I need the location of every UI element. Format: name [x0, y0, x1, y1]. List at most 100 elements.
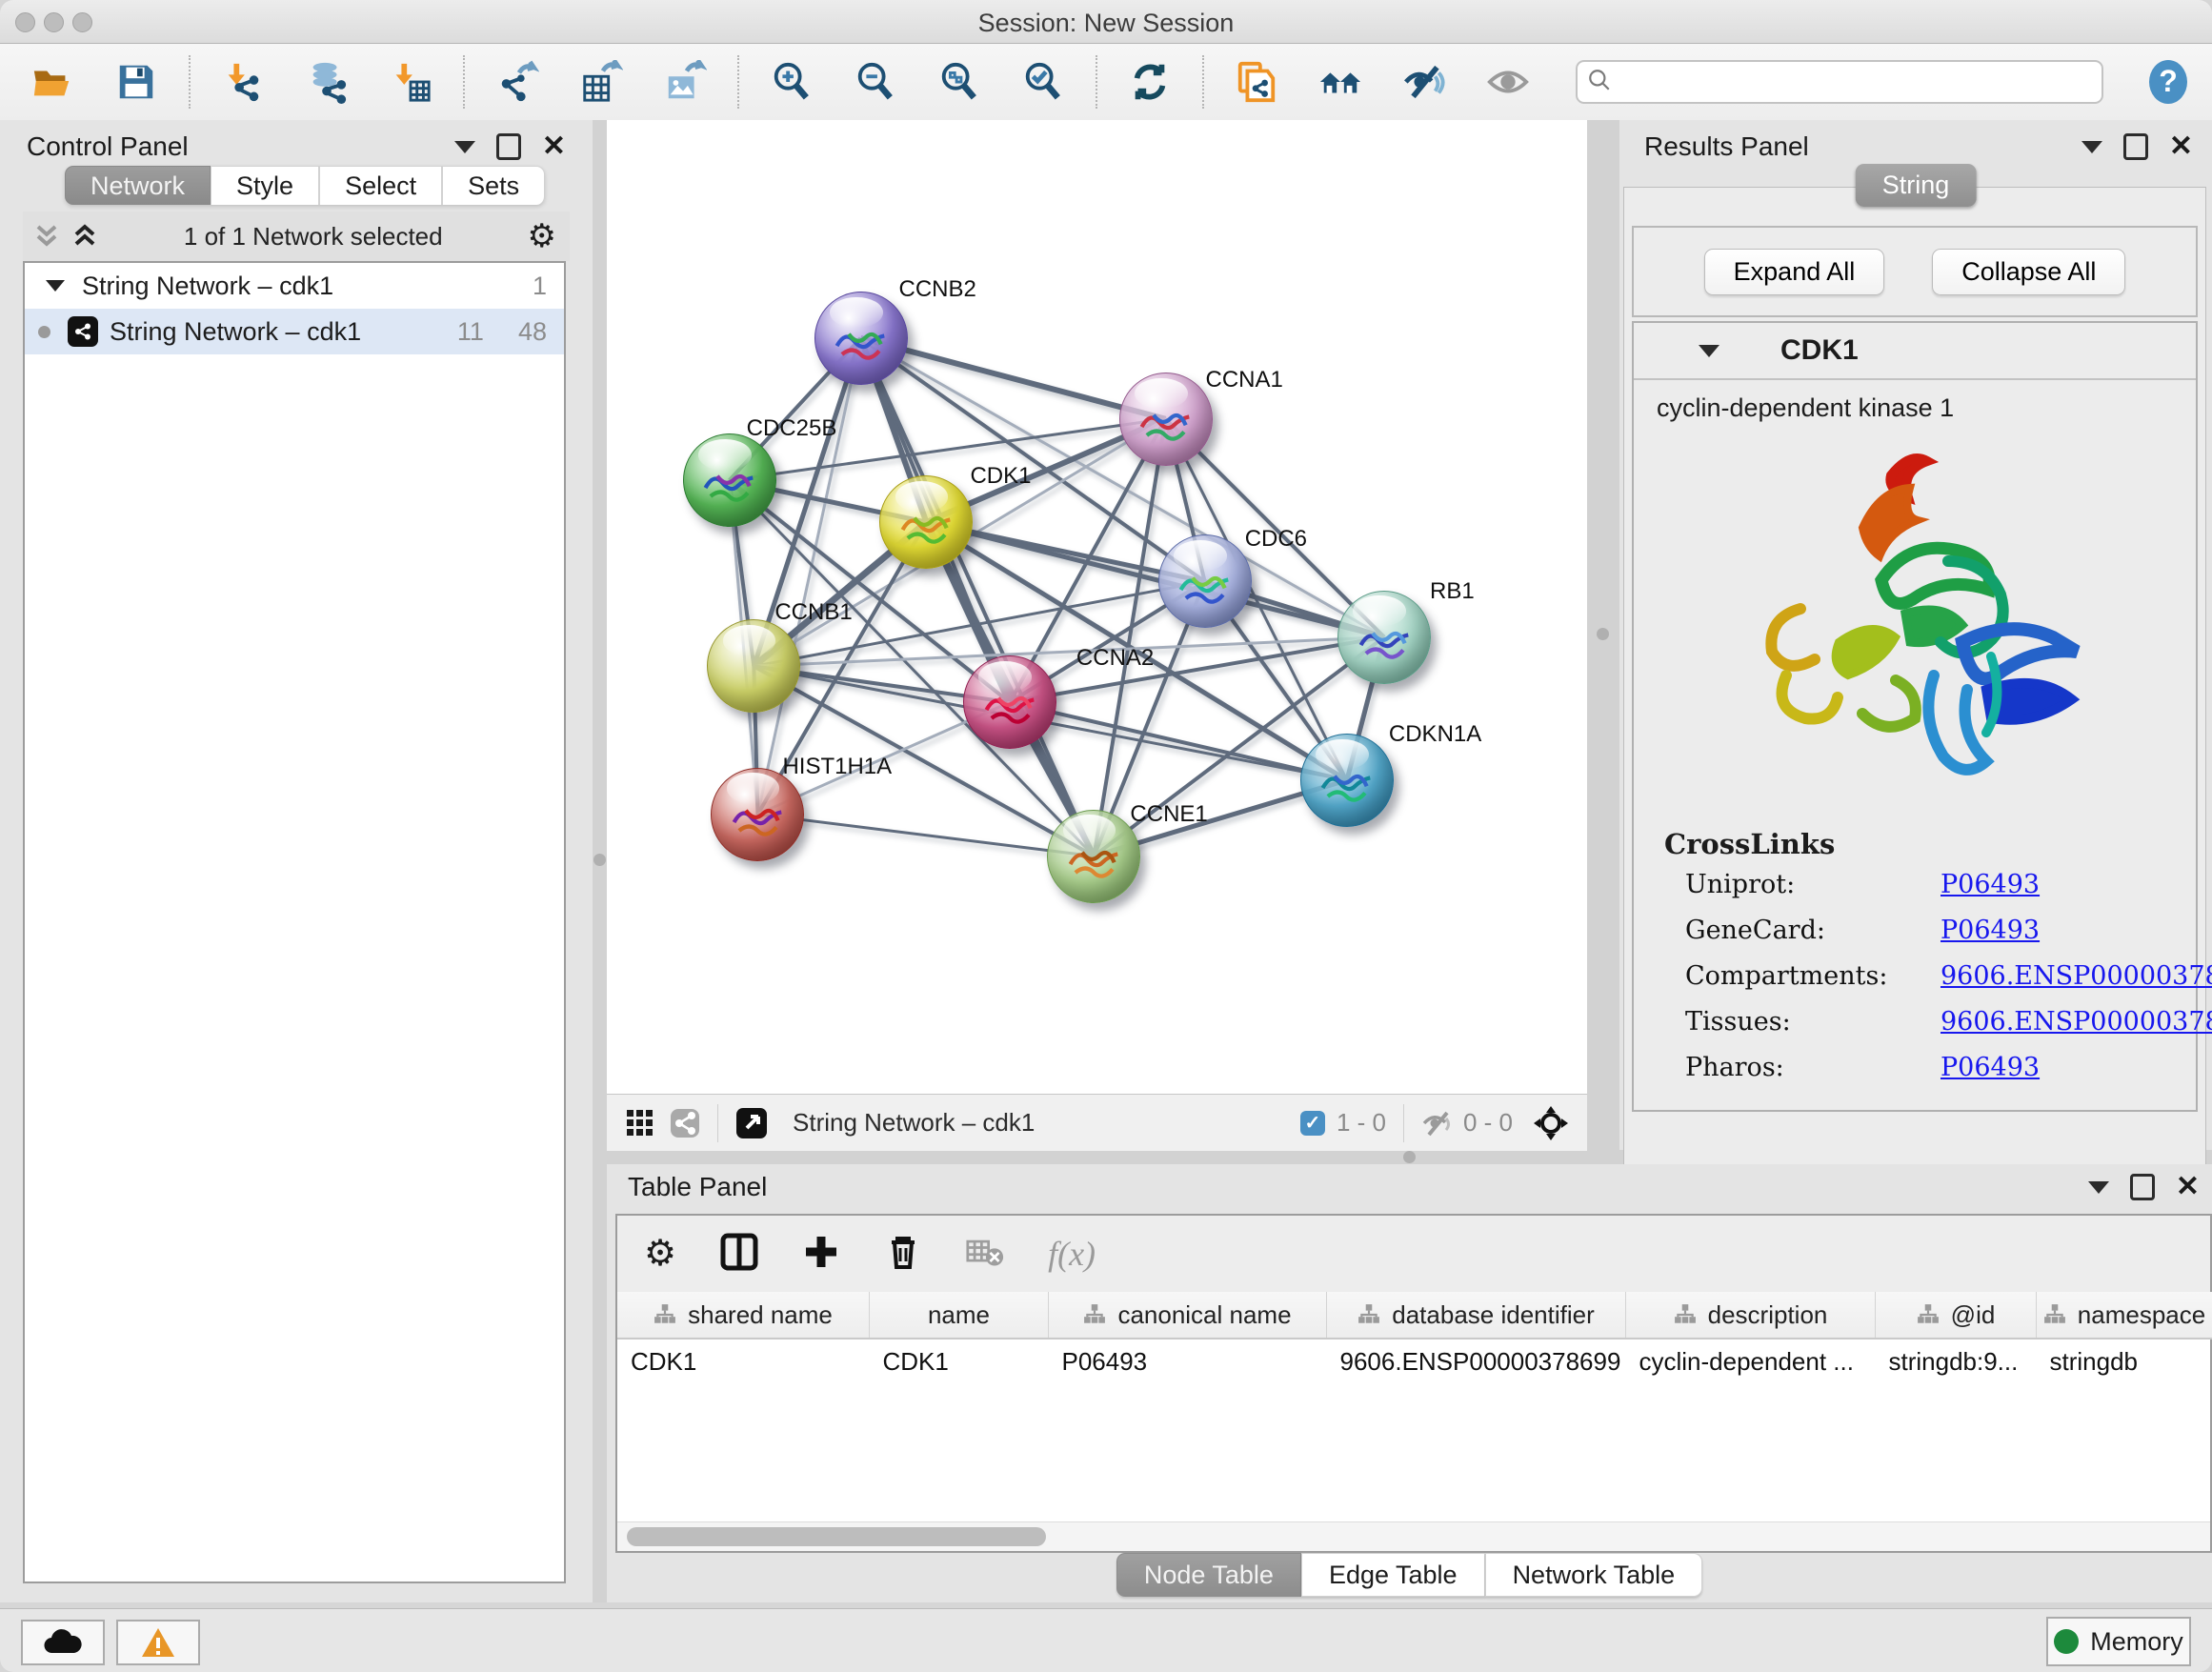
- help-button[interactable]: ?: [2147, 59, 2189, 105]
- table-cell[interactable]: 9606.ENSP00000378699: [1327, 1339, 1626, 1383]
- center-view-icon[interactable]: [1532, 1104, 1570, 1142]
- open-in-window-icon[interactable]: [735, 1107, 768, 1139]
- float-panel-icon[interactable]: [496, 133, 521, 160]
- table-row[interactable]: CDK1CDK1P064939606.ENSP00000378699cyclin…: [617, 1339, 2212, 1383]
- search-input[interactable]: [1576, 60, 2103, 104]
- column-header-description[interactable]: description: [1626, 1292, 1876, 1339]
- table-cell[interactable]: stringdb: [2037, 1339, 2212, 1383]
- network-node-cdc6[interactable]: [1158, 534, 1252, 628]
- cloud-status-button[interactable]: [21, 1620, 105, 1665]
- network-node-cdkn1a[interactable]: [1300, 734, 1394, 827]
- import-network-database-button[interactable]: [303, 58, 351, 106]
- right-splitter[interactable]: [1587, 120, 1619, 1150]
- collapse-all-icon[interactable]: [32, 221, 61, 252]
- network-node-hist1h1a[interactable]: [711, 768, 804, 861]
- crosslink-label: Pharos:: [1664, 1053, 1941, 1082]
- close-panel-icon[interactable]: ✕: [2169, 132, 2193, 161]
- function-builder-icon[interactable]: f(x): [1048, 1234, 1096, 1274]
- tab-edge-table[interactable]: Edge Table: [1301, 1553, 1485, 1597]
- column-header-canonical-name[interactable]: canonical name: [1049, 1292, 1327, 1339]
- crosslink-link[interactable]: 9606.ENSP00000378699: [1941, 961, 2212, 991]
- delete-column-icon[interactable]: [884, 1233, 922, 1276]
- zoom-selected-button[interactable]: [1019, 58, 1067, 106]
- birds-eye-view-icon[interactable]: [626, 1109, 654, 1138]
- network-node-ccnb2[interactable]: [814, 292, 908, 385]
- tab-select[interactable]: Select: [319, 166, 442, 205]
- houses-icon: [1318, 60, 1362, 104]
- network-node-cdk1[interactable]: [879, 475, 973, 569]
- network-view-title: String Network – cdk1: [793, 1108, 1035, 1138]
- control-panel-title: Control Panel: [27, 131, 189, 162]
- tab-node-table[interactable]: Node Table: [1116, 1553, 1301, 1597]
- network-row[interactable]: String Network – cdk1 11 48: [25, 309, 564, 354]
- tab-sets[interactable]: Sets: [442, 166, 545, 205]
- table-cell[interactable]: cyclin-dependent ...: [1626, 1339, 1876, 1383]
- close-panel-icon[interactable]: ✕: [2176, 1173, 2200, 1201]
- memory-button[interactable]: Memory: [2046, 1617, 2191, 1666]
- zoom-in-button[interactable]: [768, 58, 815, 106]
- network-node-cdc25b[interactable]: [683, 433, 776, 527]
- column-header-name[interactable]: name: [870, 1292, 1049, 1339]
- table-cell[interactable]: CDK1: [870, 1339, 1049, 1383]
- tab-network-table[interactable]: Network Table: [1485, 1553, 1703, 1597]
- column-header--id[interactable]: @id: [1876, 1292, 2037, 1339]
- table-options-gear-icon[interactable]: ⚙: [644, 1236, 676, 1272]
- network-options-gear-icon[interactable]: ⚙: [528, 220, 556, 252]
- hide-selected-button[interactable]: [1400, 58, 1448, 106]
- network-node-ccne1[interactable]: [1047, 810, 1140, 903]
- network-node-ccna2[interactable]: [963, 655, 1056, 749]
- tab-string[interactable]: String: [1856, 164, 1977, 207]
- network-overview-icon[interactable]: [670, 1108, 700, 1138]
- tab-network[interactable]: Network: [65, 166, 211, 205]
- warnings-button[interactable]: [116, 1620, 200, 1665]
- column-header-database-identifier[interactable]: database identifier: [1327, 1292, 1626, 1339]
- gene-caret-icon[interactable]: [1699, 345, 1719, 357]
- float-panel-icon[interactable]: [2123, 133, 2148, 160]
- table-cell[interactable]: CDK1: [617, 1339, 870, 1383]
- close-panel-icon[interactable]: ✕: [542, 132, 566, 161]
- zoom-out-button[interactable]: [852, 58, 899, 106]
- crosslink-link[interactable]: P06493: [1941, 870, 2040, 899]
- network-node-rb1[interactable]: [1337, 591, 1431, 684]
- first-neighbors-button[interactable]: [1317, 58, 1364, 106]
- network-node-ccnb1[interactable]: [707, 619, 800, 713]
- new-network-from-selection-button[interactable]: [1233, 58, 1280, 106]
- expand-all-button[interactable]: Expand All: [1704, 249, 1885, 295]
- network-collection-row[interactable]: String Network – cdk1 1: [25, 263, 564, 309]
- column-header-shared-name[interactable]: shared name: [617, 1292, 870, 1339]
- column-header-namespace[interactable]: namespace: [2037, 1292, 2212, 1339]
- zoom-fit-button[interactable]: [935, 58, 983, 106]
- scrollbar-thumb[interactable]: [627, 1527, 1046, 1546]
- delete-table-icon[interactable]: [966, 1233, 1004, 1276]
- crosslink-link[interactable]: P06493: [1941, 916, 2040, 945]
- table-cell[interactable]: P06493: [1049, 1339, 1327, 1383]
- network-view-canvas[interactable]: CCNB2CCNA1CDC25BCDK1CDC6RB1CCNB1CCNA2CDK…: [607, 120, 1587, 1094]
- refresh-view-button[interactable]: [1126, 58, 1174, 106]
- gene-section-header[interactable]: CDK1: [1634, 323, 2196, 380]
- expand-all-icon[interactable]: [70, 221, 99, 252]
- collection-caret-icon[interactable]: [46, 280, 65, 292]
- float-panel-icon[interactable]: [2130, 1174, 2155, 1200]
- table-horizontal-scrollbar[interactable]: [617, 1521, 2210, 1551]
- open-session-button[interactable]: [29, 58, 76, 106]
- left-splitter[interactable]: [593, 120, 607, 1602]
- collapse-all-button[interactable]: Collapse All: [1932, 249, 2125, 295]
- table-cell[interactable]: stringdb:9...: [1876, 1339, 2037, 1383]
- save-session-button[interactable]: [112, 58, 160, 106]
- import-network-file-button[interactable]: [219, 58, 267, 106]
- selected-checkbox-icon[interactable]: ✓: [1300, 1111, 1325, 1136]
- tab-style[interactable]: Style: [211, 166, 319, 205]
- crosslink-link[interactable]: 9606.ENSP00000378699: [1941, 1007, 2212, 1037]
- crosslink-link[interactable]: P06493: [1941, 1053, 2040, 1082]
- export-network-button[interactable]: [493, 58, 541, 106]
- panel-menu-icon[interactable]: [2081, 141, 2102, 153]
- panel-menu-icon[interactable]: [454, 141, 475, 153]
- import-table-button[interactable]: [387, 58, 434, 106]
- export-image-button[interactable]: [661, 58, 709, 106]
- create-column-icon[interactable]: [802, 1233, 840, 1276]
- export-table-button[interactable]: [577, 58, 625, 106]
- panel-menu-icon[interactable]: [2088, 1181, 2109, 1194]
- show-columns-icon[interactable]: [720, 1233, 758, 1276]
- show-hidden-button[interactable]: [1484, 58, 1532, 106]
- network-node-ccna1[interactable]: [1119, 373, 1213, 466]
